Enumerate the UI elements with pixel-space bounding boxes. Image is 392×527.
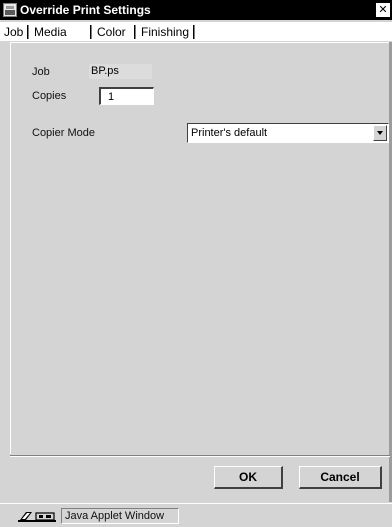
tab-bar: Job Media Color Finishing: [0, 22, 392, 41]
window-title: Override Print Settings: [20, 3, 151, 17]
tab-separator: [134, 25, 136, 39]
job-panel: Job BP.ps Copies Copier Mode Printer's d…: [10, 42, 390, 454]
copier-mode-select[interactable]: Printer's default: [187, 123, 389, 143]
job-label: Job: [32, 66, 50, 78]
tab-job[interactable]: Job: [1, 24, 26, 40]
status-text: Java Applet Window: [61, 508, 179, 524]
cancel-button[interactable]: Cancel: [299, 466, 382, 489]
copier-mode-value: Printer's default: [191, 127, 268, 139]
title-bar[interactable]: Override Print Settings ✕: [0, 0, 392, 20]
copies-input[interactable]: [99, 87, 154, 105]
tab-media[interactable]: Media: [31, 24, 70, 40]
status-bar: Java Applet Window: [0, 503, 392, 527]
chevron-down-icon[interactable]: [373, 125, 387, 141]
printer-icon: [3, 3, 17, 17]
tab-separator: [27, 25, 29, 39]
copier-mode-label: Copier Mode: [32, 127, 95, 139]
tab-separator: [193, 25, 195, 39]
ok-button[interactable]: OK: [214, 466, 283, 489]
java-applet-warning-icon: [18, 512, 56, 522]
tab-separator: [90, 25, 92, 39]
copies-label: Copies: [32, 90, 67, 102]
override-print-settings-window: Override Print Settings ✕ Job Media Colo…: [0, 0, 392, 527]
tab-finishing[interactable]: Finishing: [138, 24, 192, 40]
button-row-divider: [10, 455, 390, 457]
job-value: BP.ps: [89, 64, 152, 79]
tab-color[interactable]: Color: [94, 24, 129, 40]
close-icon[interactable]: ✕: [376, 3, 390, 17]
